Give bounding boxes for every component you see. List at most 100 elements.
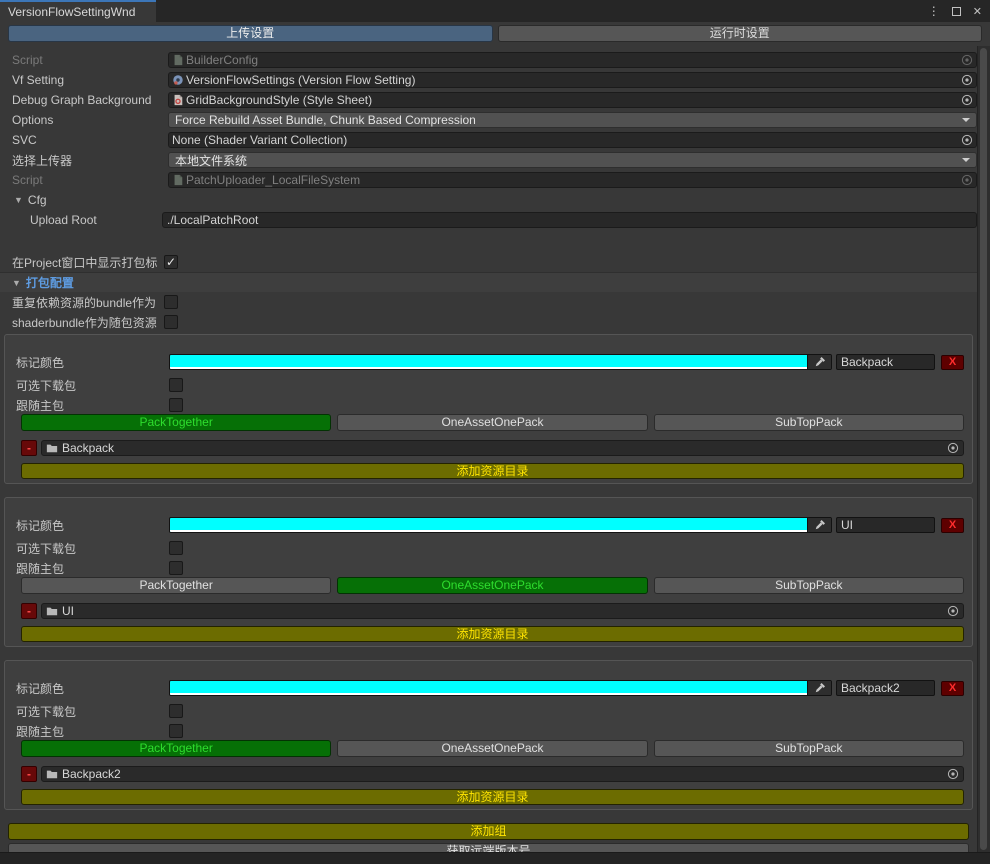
pack-config-title: 打包配置: [26, 274, 74, 291]
sub-top-pack-button[interactable]: SubTopPack: [654, 577, 964, 594]
script-object-field: BuilderConfig: [168, 52, 977, 68]
remove-dir-button[interactable]: -: [21, 603, 37, 619]
asset-dir-object-field[interactable]: UI: [41, 603, 964, 619]
asset-dir-value: Backpack2: [62, 767, 121, 781]
asset-dir-object-field[interactable]: Backpack: [41, 440, 964, 456]
color-swatch[interactable]: [170, 518, 807, 532]
field-row-svc: SVC None (Shader Variant Collection): [0, 130, 977, 150]
version-flow-setting-window: VersionFlowSettingWnd ⋮ ✕ 上传设置 运行时设置 Scr…: [0, 0, 990, 860]
follow-main-checkbox[interactable]: [169, 724, 183, 738]
debug-graph-background-object-field[interactable]: GridBackgroundStyle (Style Sheet): [168, 92, 977, 108]
close-icon[interactable]: ✕: [973, 5, 982, 18]
remove-dir-button[interactable]: -: [21, 440, 37, 456]
asset-dir-object-field[interactable]: Backpack2: [41, 766, 964, 782]
color-swatch[interactable]: [170, 355, 807, 369]
pack-together-button[interactable]: PackTogether: [21, 414, 331, 431]
eyedropper-icon: [814, 356, 826, 368]
chevron-down-icon: [962, 118, 970, 122]
cfg-foldout[interactable]: ▼ Cfg: [0, 190, 977, 210]
uploader-label: 选择上传器: [12, 152, 168, 169]
sub-top-pack-button[interactable]: SubTopPack: [654, 414, 964, 431]
asset-dir-row: - UI: [21, 603, 964, 619]
remove-dir-button[interactable]: -: [21, 766, 37, 782]
one-asset-one-pack-button[interactable]: OneAssetOnePack: [337, 740, 647, 757]
folder-icon: [46, 442, 58, 454]
pack-config-foldout[interactable]: ▼ 打包配置: [0, 272, 977, 292]
follow-main-checkbox[interactable]: [169, 561, 183, 575]
vertical-scrollbar[interactable]: [977, 46, 990, 852]
object-picker-icon[interactable]: [945, 442, 959, 454]
delete-group-button[interactable]: X: [941, 518, 964, 533]
eyedropper-button[interactable]: [807, 518, 831, 532]
group-name-input[interactable]: [836, 680, 935, 696]
add-asset-dir-button[interactable]: 添加资源目录: [21, 626, 964, 642]
svc-object-field[interactable]: None (Shader Variant Collection): [168, 132, 977, 148]
upload-root-label: Upload Root: [12, 213, 162, 227]
scrollbar-thumb[interactable]: [980, 48, 987, 850]
optional-download-checkbox[interactable]: [169, 541, 183, 555]
script-value: BuilderConfig: [186, 53, 258, 67]
tab-bar: 上传设置 运行时设置: [0, 22, 990, 46]
optional-download-checkbox[interactable]: [169, 704, 183, 718]
mark-color-label: 标记颜色: [16, 680, 169, 697]
delete-group-button[interactable]: X: [941, 355, 964, 370]
shader-bundle-checkbox[interactable]: [164, 315, 178, 329]
object-picker-icon[interactable]: [945, 605, 959, 617]
eyedropper-button[interactable]: [807, 355, 831, 369]
tab-runtime-settings[interactable]: 运行时设置: [498, 25, 983, 42]
eyedropper-icon: [814, 519, 826, 531]
options-dropdown[interactable]: Force Rebuild Asset Bundle, Chunk Based …: [168, 112, 977, 128]
object-picker-icon[interactable]: [945, 768, 959, 780]
object-picker-icon[interactable]: [959, 54, 973, 66]
show-badge-checkbox[interactable]: [164, 255, 178, 269]
add-asset-dir-button[interactable]: 添加资源目录: [21, 789, 964, 805]
upload-root-input[interactable]: [162, 212, 977, 228]
toggle-row-shader-bundle: shaderbundle作为随包资源: [0, 312, 977, 332]
group-name-input[interactable]: [836, 354, 935, 370]
one-asset-one-pack-button[interactable]: OneAssetOnePack: [337, 577, 647, 594]
pack-mode-row: PackTogether OneAssetOnePack SubTopPack: [21, 740, 964, 757]
dup-bundle-checkbox[interactable]: [164, 295, 178, 309]
object-picker-icon[interactable]: [959, 134, 973, 146]
maximize-icon[interactable]: [952, 7, 961, 16]
uploader-dropdown[interactable]: 本地文件系统: [168, 152, 977, 168]
vf-setting-object-field[interactable]: VersionFlowSettings (Version Flow Settin…: [168, 72, 977, 88]
group-name-input[interactable]: [836, 517, 935, 533]
field-row-debug-graph-background: Debug Graph Background GridBackgroundSty…: [0, 90, 977, 110]
optional-download-label: 可选下载包: [16, 540, 169, 557]
chevron-down-icon: [962, 158, 970, 162]
mark-color-field[interactable]: [169, 354, 832, 370]
asset-dir-row: - Backpack: [21, 440, 964, 456]
window-tab[interactable]: VersionFlowSettingWnd: [0, 0, 156, 22]
object-picker-icon[interactable]: [959, 94, 973, 106]
more-icon[interactable]: ⋮: [928, 4, 940, 18]
uploader-value: 本地文件系统: [175, 152, 247, 168]
script-icon: [172, 174, 184, 186]
tab-upload-settings[interactable]: 上传设置: [8, 25, 493, 42]
svc-value: None (Shader Variant Collection): [172, 133, 347, 147]
window-bottom-edge: [0, 852, 990, 864]
pack-group-ui: 标记颜色 X 可选下载包 跟随主包: [4, 497, 973, 647]
mark-color-label: 标记颜色: [16, 517, 169, 534]
follow-main-checkbox[interactable]: [169, 398, 183, 412]
color-swatch[interactable]: [170, 681, 807, 695]
eyedropper-icon: [814, 682, 826, 694]
pack-together-button[interactable]: PackTogether: [21, 577, 331, 594]
asset-dir-value: Backpack: [62, 441, 114, 455]
optional-download-checkbox[interactable]: [169, 378, 183, 392]
object-picker-icon[interactable]: [959, 74, 973, 86]
add-group-button[interactable]: 添加组: [8, 823, 969, 840]
add-asset-dir-button[interactable]: 添加资源目录: [21, 463, 964, 479]
options-label: Options: [12, 113, 168, 127]
pack-together-button[interactable]: PackTogether: [21, 740, 331, 757]
object-picker-icon[interactable]: [959, 174, 973, 186]
pack-mode-row: PackTogether OneAssetOnePack SubTopPack: [21, 414, 964, 431]
one-asset-one-pack-button[interactable]: OneAssetOnePack: [337, 414, 647, 431]
sub-top-pack-button[interactable]: SubTopPack: [654, 740, 964, 757]
mark-color-field[interactable]: [169, 517, 832, 533]
eyedropper-button[interactable]: [807, 681, 831, 695]
shader-bundle-label: shaderbundle作为随包资源: [12, 314, 164, 331]
field-row-uploader-script: Script PatchUploader_LocalFileSystem: [0, 170, 977, 190]
mark-color-field[interactable]: [169, 680, 832, 696]
delete-group-button[interactable]: X: [941, 681, 964, 696]
